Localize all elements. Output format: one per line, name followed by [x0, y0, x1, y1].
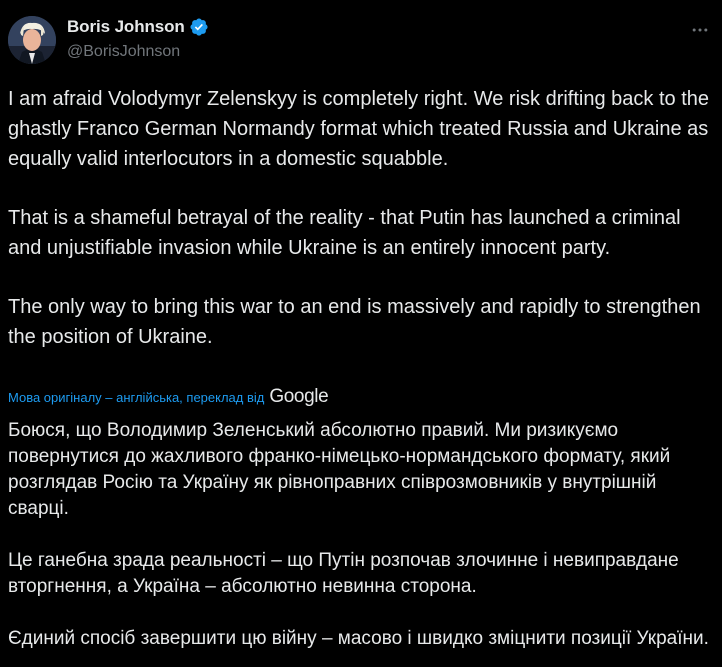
tweet-text: I am afraid Volodymyr Zelenskyy is compl…	[8, 84, 718, 352]
translated-paragraph: Боюся, що Володимир Зеленський абсолютно…	[8, 420, 671, 519]
tweet-paragraph: I am afraid Volodymyr Zelenskyy is compl…	[8, 88, 710, 170]
more-options-icon[interactable]	[688, 18, 712, 42]
translation-label[interactable]: Мова оригіналу – англійська, переклад ві…	[8, 390, 264, 405]
tweet-header: Boris Johnson @BorisJohnson	[8, 10, 714, 70]
translation-attribution: Мова оригіналу – англійська, переклад ві…	[8, 386, 329, 408]
handle[interactable]: @BorisJohnson	[67, 43, 180, 61]
avatar[interactable]	[8, 16, 56, 64]
verified-badge-icon	[189, 17, 209, 37]
translated-paragraph: Це ганебна зрада реальності – що Путін р…	[8, 550, 679, 597]
tweet-paragraph: That is a shameful betrayal of the reali…	[8, 207, 681, 259]
display-name[interactable]: Boris Johnson	[67, 17, 185, 37]
name-row: Boris Johnson	[67, 17, 209, 37]
translated-paragraph: Єдиний спосіб завершити цю війну – масов…	[8, 628, 709, 649]
tweet-paragraph: The only way to bring this war to an end…	[8, 296, 701, 348]
google-logo: Google	[269, 386, 329, 407]
translated-text: Боюся, що Володимир Зеленський абсолютно…	[8, 418, 720, 652]
